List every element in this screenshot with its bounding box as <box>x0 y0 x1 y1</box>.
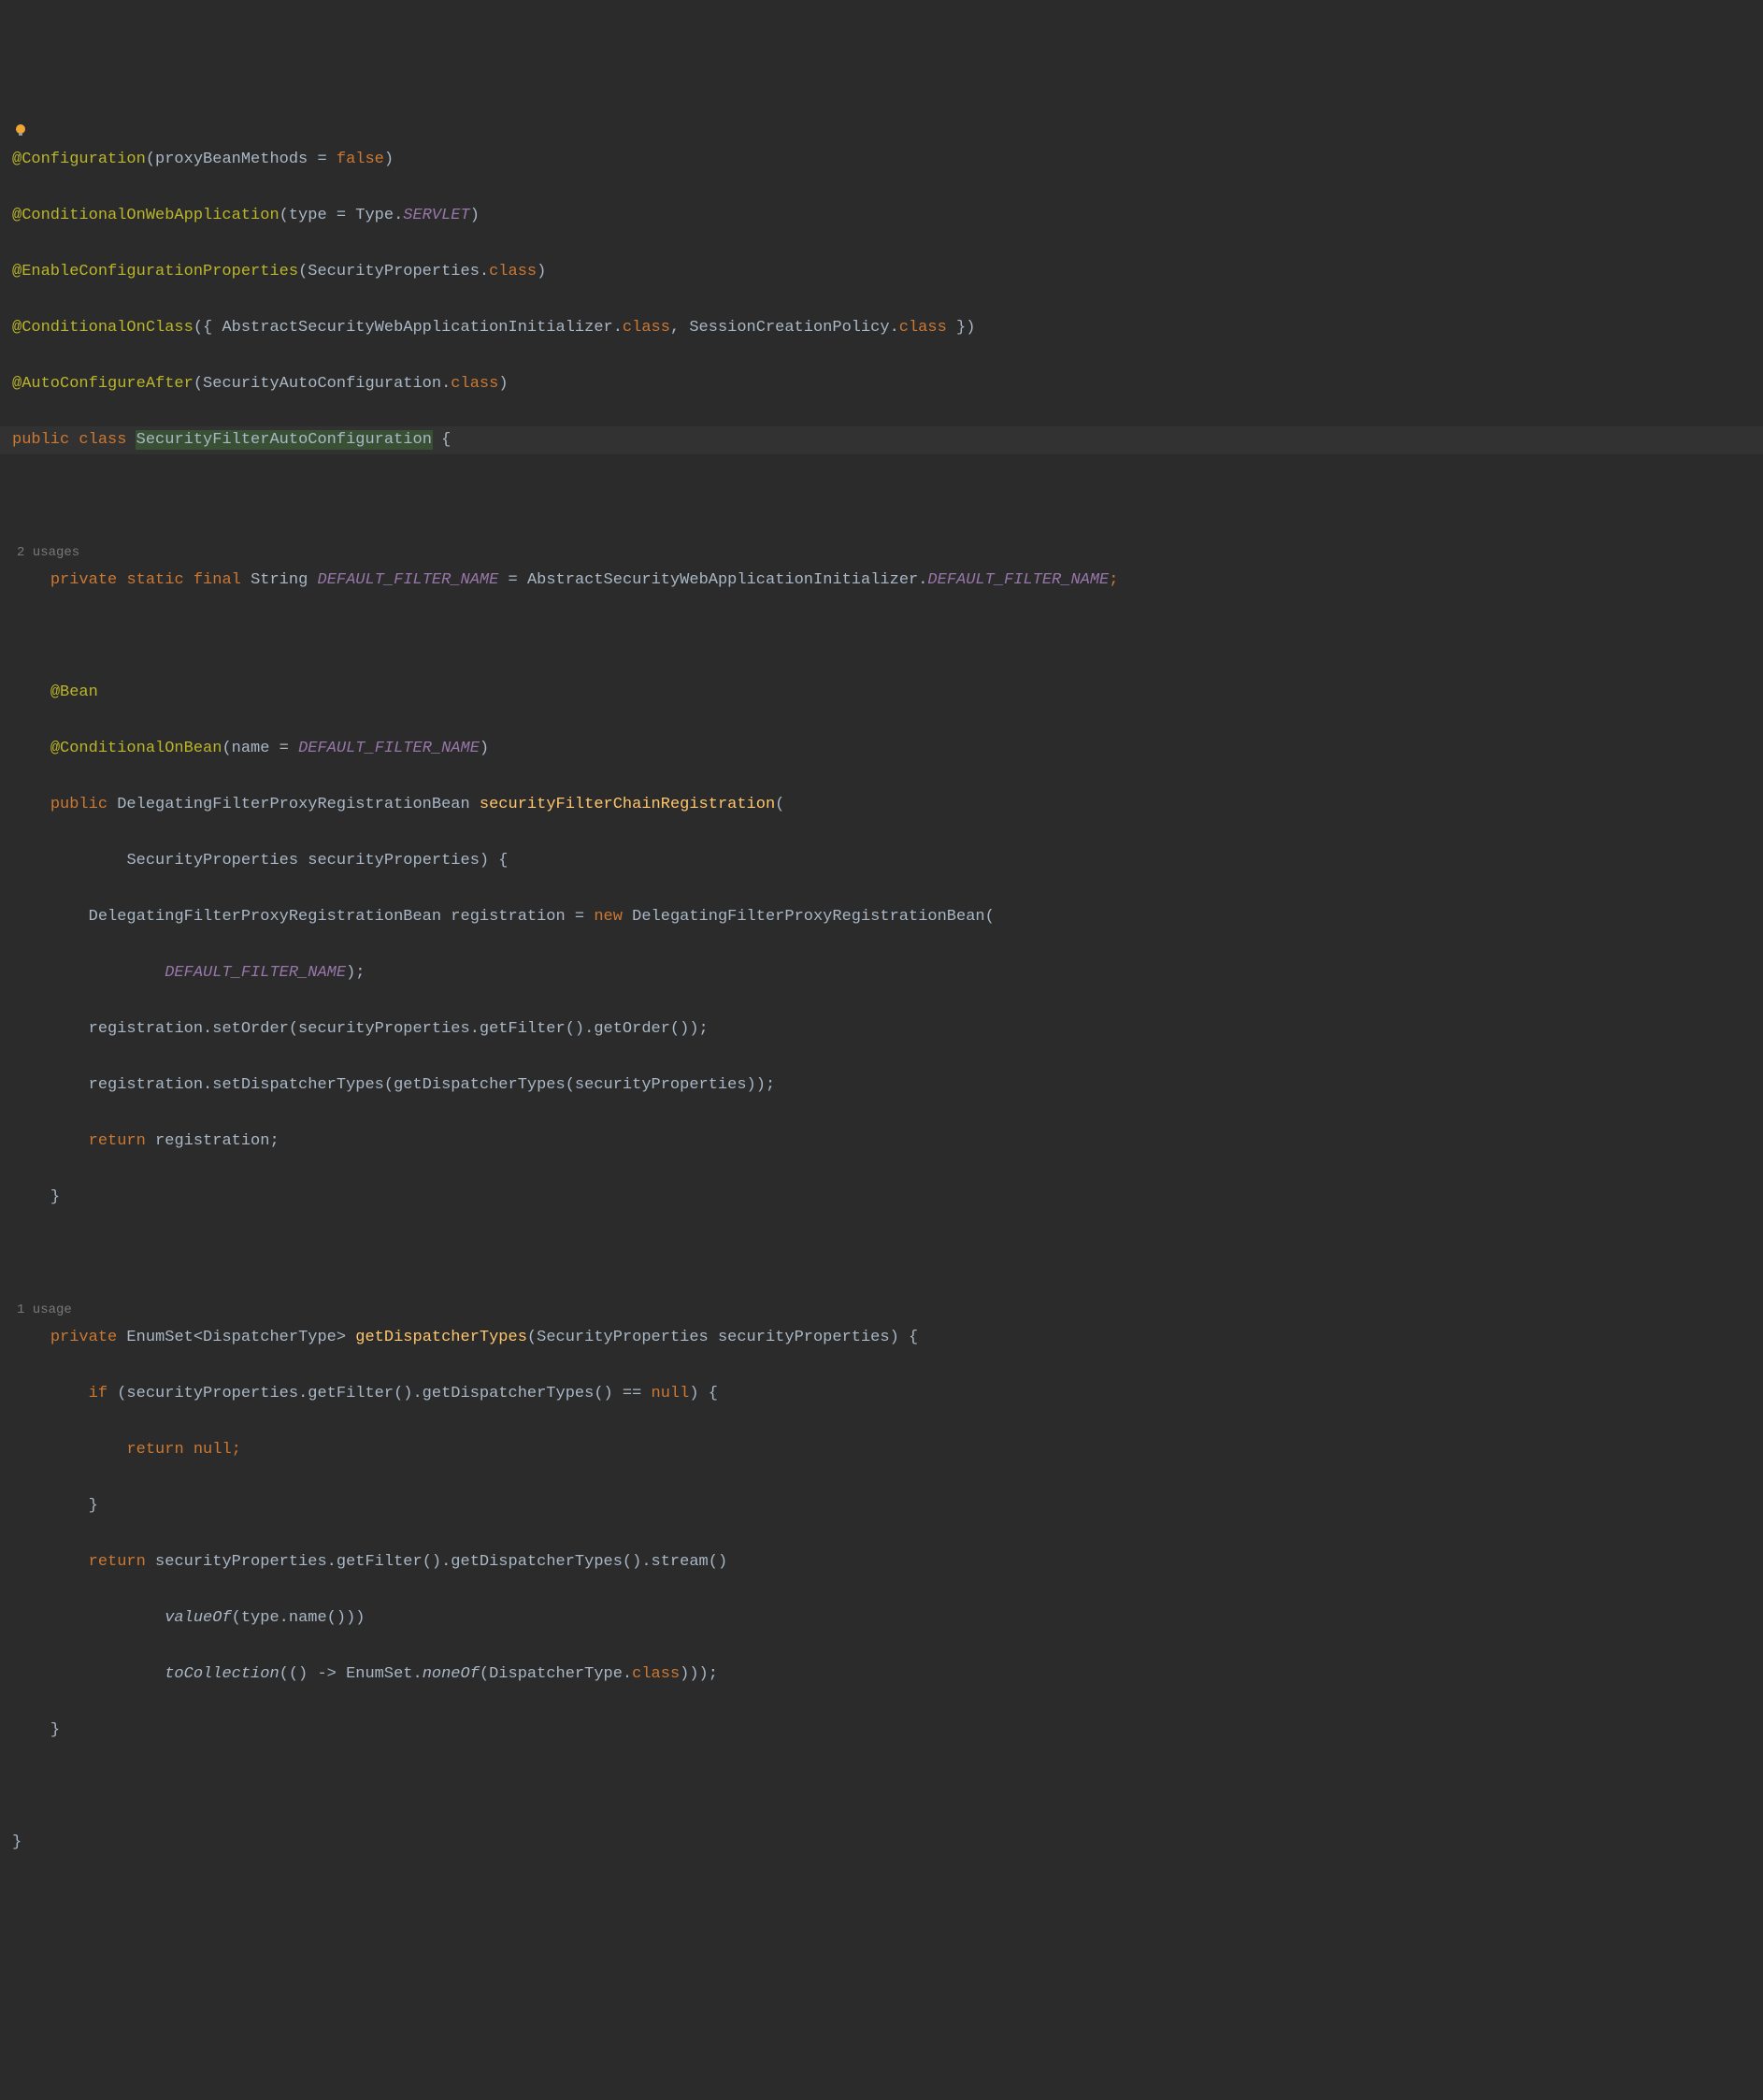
code-line[interactable]: if (securityProperties.getFilter().getDi… <box>0 1380 1763 1408</box>
method-name: getDispatcherTypes <box>355 1329 527 1346</box>
field-name: DEFAULT_FILTER_NAME <box>318 571 499 589</box>
annotation: @ConditionalOnClass <box>12 319 194 337</box>
code-line[interactable]: return null; <box>0 1436 1763 1464</box>
code-line[interactable]: } <box>0 1492 1763 1520</box>
blank-line[interactable] <box>0 1773 1763 1801</box>
code-line[interactable]: registration.setOrder(securityProperties… <box>0 1015 1763 1043</box>
intention-bulb-icon[interactable] <box>13 123 28 138</box>
method-name: securityFilterChainRegistration <box>480 796 775 813</box>
code-line[interactable]: valueOf(type.name())) <box>0 1604 1763 1633</box>
code-line[interactable]: return registration; <box>0 1128 1763 1156</box>
blank-line[interactable] <box>0 623 1763 651</box>
class-name-caret: SecurityFilterAutoConfiguration <box>136 431 432 449</box>
code-line[interactable]: private EnumSet<DispatcherType> getDispa… <box>0 1324 1763 1352</box>
code-line[interactable]: toCollection(() -> EnumSet.noneOf(Dispat… <box>0 1661 1763 1689</box>
code-line[interactable]: SecurityProperties securityProperties) { <box>0 847 1763 875</box>
code-line[interactable]: @Configuration(proxyBeanMethods = false) <box>0 146 1763 174</box>
annotation: @EnableConfigurationProperties <box>12 263 298 280</box>
code-line[interactable]: } <box>0 1184 1763 1212</box>
code-line[interactable]: DelegatingFilterProxyRegistrationBean re… <box>0 903 1763 931</box>
code-line[interactable]: DEFAULT_FILTER_NAME); <box>0 959 1763 987</box>
code-line[interactable]: } <box>0 1829 1763 1857</box>
annotation: @ConditionalOnBean <box>50 740 222 757</box>
code-editor[interactable]: @Configuration(proxyBeanMethods = false)… <box>0 112 1763 1904</box>
annotation: @ConditionalOnWebApplication <box>12 207 280 224</box>
annotation: @Bean <box>50 683 98 701</box>
code-line[interactable]: @ConditionalOnWebApplication(type = Type… <box>0 202 1763 230</box>
code-line[interactable]: @AutoConfigureAfter(SecurityAutoConfigur… <box>0 370 1763 398</box>
usages-hint[interactable]: 1 usage <box>0 1302 72 1317</box>
usages-hint[interactable]: 2 usages <box>0 545 79 560</box>
code-line[interactable]: private static final String DEFAULT_FILT… <box>0 567 1763 595</box>
code-line[interactable]: @Bean <box>0 679 1763 707</box>
code-line[interactable]: @ConditionalOnBean(name = DEFAULT_FILTER… <box>0 735 1763 763</box>
code-line[interactable]: } <box>0 1717 1763 1745</box>
code-line[interactable]: @EnableConfigurationProperties(SecurityP… <box>0 258 1763 286</box>
code-line-highlighted[interactable]: public class SecurityFilterAutoConfigura… <box>0 426 1763 454</box>
blank-line[interactable] <box>0 1240 1763 1268</box>
code-line[interactable]: return securityProperties.getFilter().ge… <box>0 1548 1763 1576</box>
annotation: @AutoConfigureAfter <box>12 375 194 393</box>
code-line[interactable]: @ConditionalOnClass({ AbstractSecurityWe… <box>0 314 1763 342</box>
code-line[interactable]: public DelegatingFilterProxyRegistration… <box>0 791 1763 819</box>
annotation: @Configuration <box>12 151 146 168</box>
code-line[interactable]: registration.setDispatcherTypes(getDispa… <box>0 1072 1763 1100</box>
blank-line[interactable] <box>0 482 1763 511</box>
